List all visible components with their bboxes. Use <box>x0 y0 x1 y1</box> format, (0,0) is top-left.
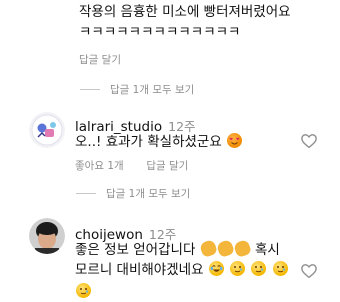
comment-text: 오..! 효과가 확실하셨군요 <box>75 132 243 152</box>
comment-text-line: ㅋㅋㅋㅋㅋㅋㅋㅋㅋㅋㅋㅋㅋ <box>79 24 241 40</box>
emoji-tear-face-icon <box>272 261 288 276</box>
reply-button[interactable]: 답글 달기 <box>79 52 121 67</box>
comment-text-content: 좋은 정보 얻어갑니다 <box>75 242 196 258</box>
comment-text-line: 모르니 대비해야겠네요 <box>75 260 289 280</box>
emoji-clap-icon <box>198 238 218 259</box>
comment-actions: 좋아요 1개 답글 달기 <box>75 158 188 173</box>
avatar[interactable] <box>29 112 65 148</box>
emoji-tear-face-icon <box>251 261 267 276</box>
heart-outline-icon[interactable] <box>300 262 318 280</box>
emoji-tear-face-icon <box>230 261 246 276</box>
comment-text-content: 오..! 효과가 확실하셨군요 <box>75 134 222 150</box>
view-replies-toggle[interactable]: 답글 1개 모두 보기 <box>76 186 190 201</box>
comment-text-line: 작용의 음흉한 미소에 빵터져버렸어요 <box>79 4 291 20</box>
comment-text-content: 모르니 대비해야겠네요 <box>75 262 204 278</box>
avatar-image <box>29 218 65 254</box>
avatar[interactable] <box>29 218 65 254</box>
likes-count[interactable]: 좋아요 1개 <box>75 160 124 172</box>
comment-text-line <box>75 281 92 300</box>
emoji-heart-eyes-icon <box>227 133 243 148</box>
reply-button[interactable]: 답글 달기 <box>146 160 188 172</box>
emoji-clap-icon <box>232 238 252 259</box>
comment-text-content: 혹시 <box>254 242 280 258</box>
divider-line <box>76 193 96 194</box>
view-replies-label: 답글 1개 모두 보기 <box>106 188 191 200</box>
emoji-laugh-icon <box>208 261 224 276</box>
emoji-tear-face-icon <box>76 283 91 298</box>
avatar-image <box>29 112 65 148</box>
view-replies-label: 답글 1개 모두 보기 <box>110 84 195 96</box>
heart-outline-icon[interactable] <box>300 132 318 150</box>
divider-line <box>80 89 100 90</box>
view-replies-toggle[interactable]: 답글 1개 모두 보기 <box>80 82 194 97</box>
emoji-clap-icon <box>215 238 235 259</box>
comment-text-line: 좋은 정보 얻어갑니다 혹시 <box>75 238 280 260</box>
